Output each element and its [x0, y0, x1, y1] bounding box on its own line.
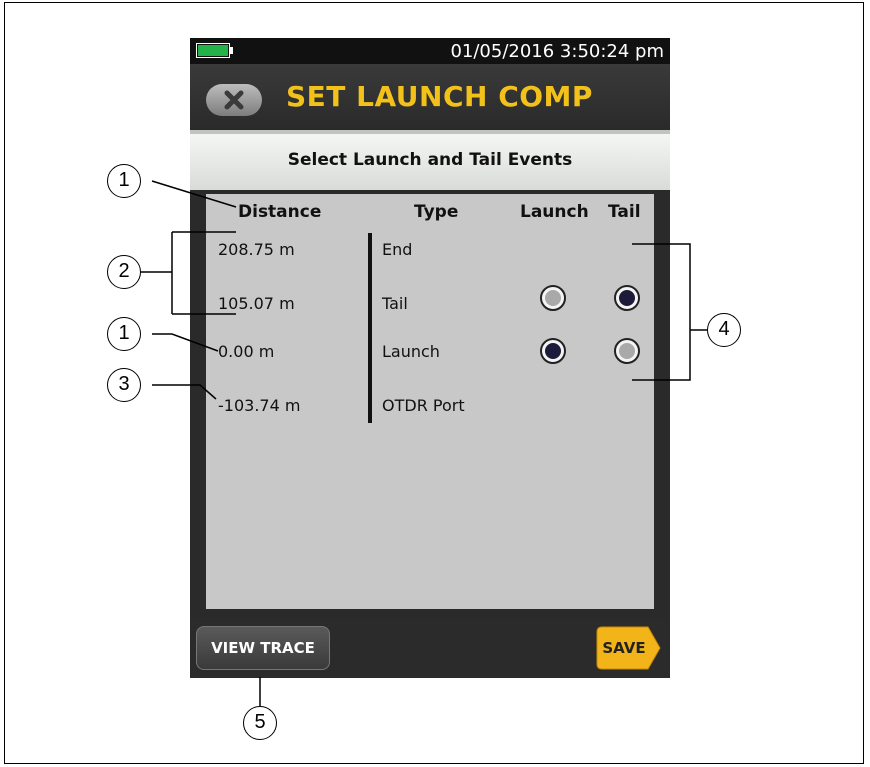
callout-4: 4 [707, 313, 741, 347]
callout-5: 5 [243, 706, 277, 740]
callout-1a: 1 [107, 164, 141, 198]
callout-2: 2 [107, 255, 141, 289]
callout-3: 3 [107, 368, 141, 402]
callout-1b: 1 [107, 317, 141, 351]
